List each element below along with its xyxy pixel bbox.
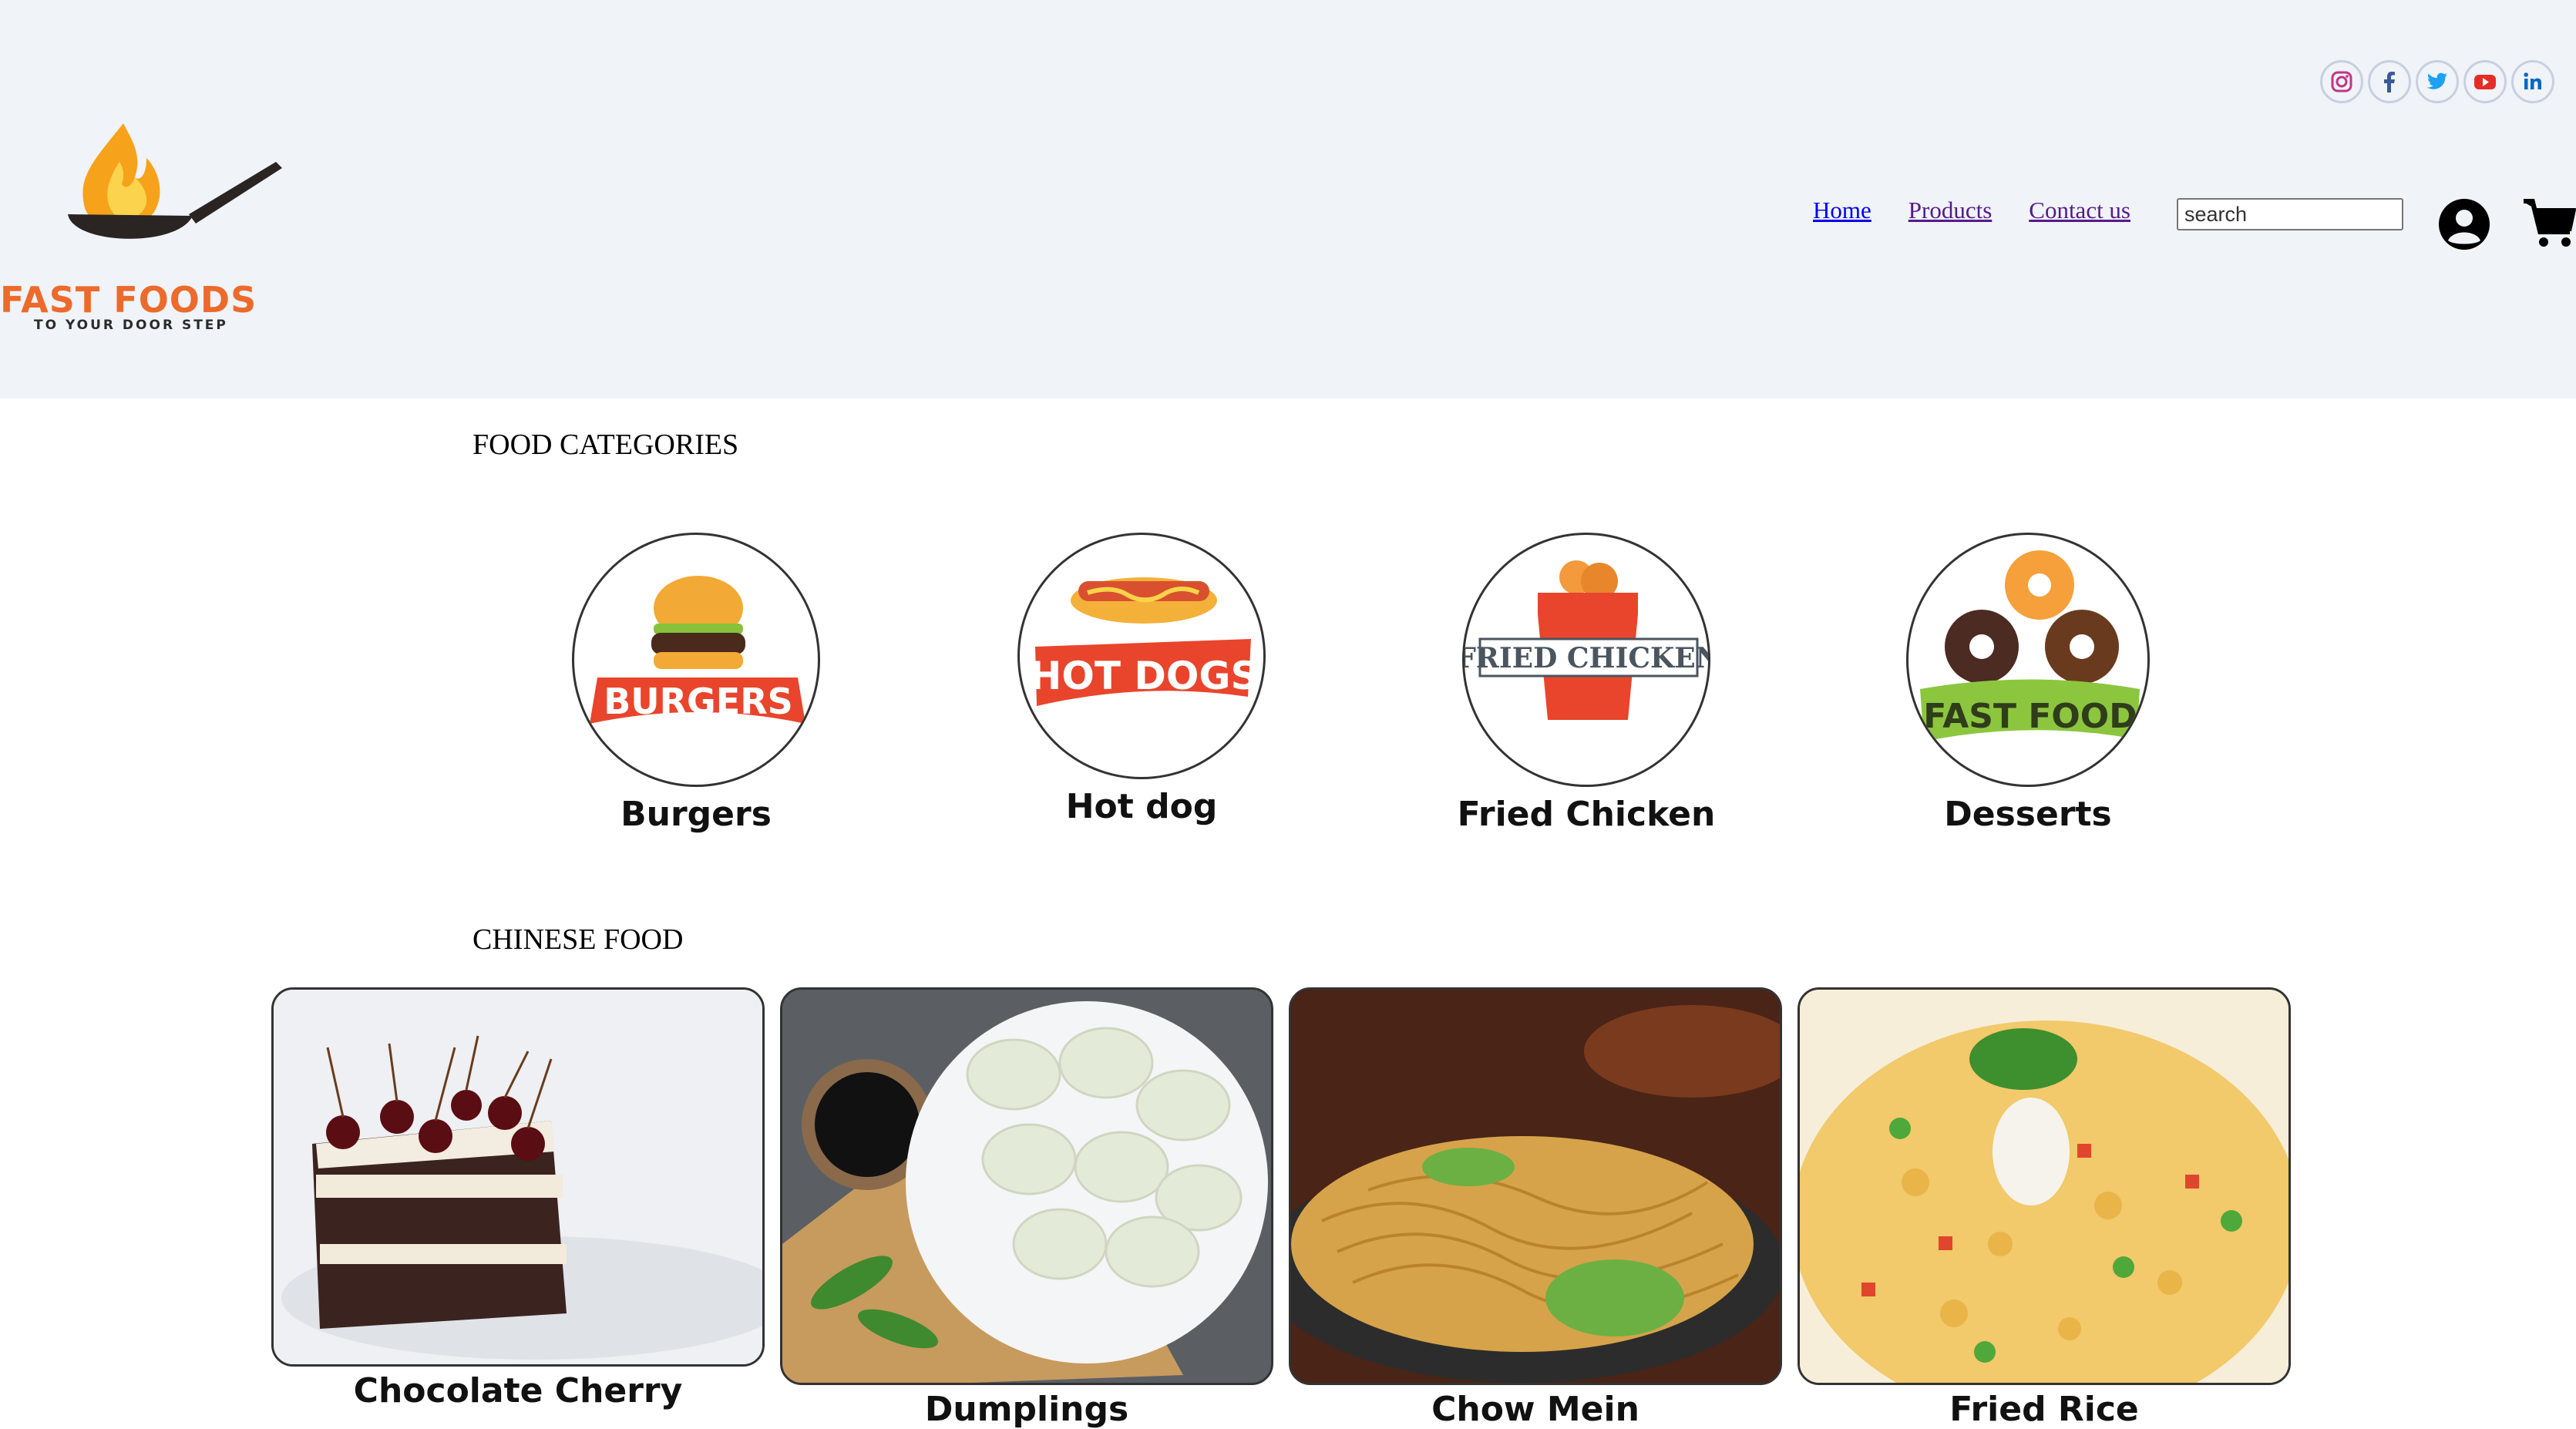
brand-name: FAST FOODS — [0, 279, 257, 321]
food-card-label: Chow Mein — [1431, 1390, 1639, 1429]
category-label: Hot dog — [1065, 787, 1218, 826]
main-nav: Home Products Contact us — [1813, 197, 2130, 224]
food-card-dumplings[interactable]: Dumplings — [780, 987, 1273, 1429]
brand-logo[interactable]: FAST FOODS TO YOUR DOOR STEP — [0, 116, 293, 347]
brand-tagline: TO YOUR DOOR STEP — [34, 318, 228, 333]
facebook-icon[interactable] — [2368, 60, 2411, 103]
food-card-chocolate-cherry[interactable]: Chocolate Cherry — [271, 987, 765, 1411]
chocolate-cherry-image — [271, 987, 765, 1367]
fried-rice-image — [1797, 987, 2291, 1385]
fried-chicken-image: FRIED CHICKEN FRIED CHICKEN — [1462, 533, 1710, 787]
category-card-fried-chicken[interactable]: FRIED CHICKEN FRIED CHICKEN Fried Chicke… — [1455, 533, 1717, 834]
instagram-icon[interactable] — [2320, 60, 2363, 103]
site-header: FAST FOODS TO YOUR DOOR STEP Home Produc… — [0, 0, 2576, 398]
food-card-chow-mein[interactable]: Chow Mein — [1289, 987, 1782, 1429]
food-card-label: Chocolate Cherry — [353, 1371, 683, 1411]
category-card-burgers[interactable]: BURGERS Burgers — [565, 533, 827, 834]
food-card-label: Fried Rice — [1949, 1390, 2139, 1429]
food-card-label: Dumplings — [924, 1390, 1129, 1429]
food-categories-heading: FOOD CATEGORIES — [472, 429, 739, 461]
hot-dogs-image: HOT DOGS — [1017, 533, 1266, 779]
category-label: Desserts — [1944, 795, 2112, 834]
desserts-image: FAST FOOD — [1906, 533, 2150, 787]
twitter-icon[interactable] — [2416, 60, 2459, 103]
nav-home-link[interactable]: Home — [1813, 197, 1871, 224]
linkedin-icon[interactable] — [2511, 60, 2554, 103]
category-label: Fried Chicken — [1457, 795, 1716, 834]
dumplings-image — [780, 987, 1273, 1385]
chow-mein-image — [1289, 987, 1782, 1385]
user-account-icon[interactable] — [2437, 197, 2491, 255]
pan-flame-icon — [68, 123, 282, 239]
search-input[interactable] — [2177, 198, 2403, 230]
category-card-desserts[interactable]: FAST FOOD Desserts — [1897, 533, 2159, 834]
nav-products-link[interactable]: Products — [1908, 197, 1993, 224]
shopping-cart-icon[interactable] — [2524, 199, 2576, 252]
social-links — [2320, 60, 2554, 103]
food-card-fried-rice[interactable]: Fried Rice — [1797, 987, 2291, 1429]
svg-text:FRIED CHICKEN: FRIED CHICKEN — [1465, 642, 1710, 674]
category-card-hot-dog[interactable]: HOT DOGS Hot dog — [1011, 533, 1273, 826]
youtube-icon[interactable] — [2463, 60, 2507, 103]
nav-contact-link[interactable]: Contact us — [2029, 197, 2130, 224]
chinese-food-heading: CHINESE FOOD — [472, 923, 684, 956]
svg-text:BURGERS: BURGERS — [604, 681, 793, 722]
category-label: Burgers — [620, 795, 772, 834]
svg-text:HOT DOGS: HOT DOGS — [1030, 654, 1259, 698]
svg-text:FAST FOOD: FAST FOOD — [1923, 697, 2137, 736]
burgers-image: BURGERS — [572, 533, 820, 787]
